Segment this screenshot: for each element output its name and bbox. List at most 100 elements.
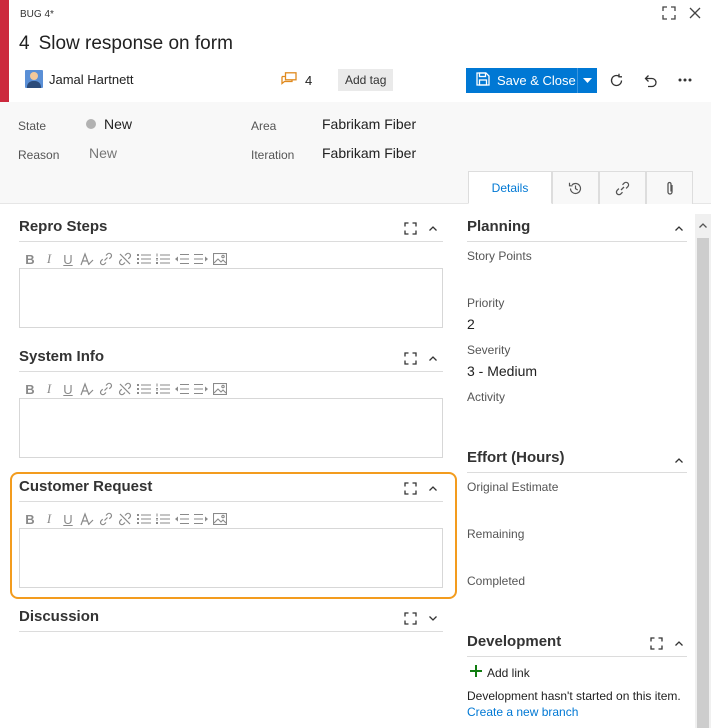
completed-label: Completed	[467, 574, 526, 588]
underline-icon[interactable]: U	[60, 381, 76, 397]
repro-steps-editor[interactable]	[19, 268, 443, 328]
bulleted-list-icon[interactable]	[136, 511, 152, 527]
iteration-value[interactable]: Fabrikam Fiber	[322, 145, 416, 161]
state-indicator	[86, 119, 96, 129]
undo-icon[interactable]	[640, 70, 660, 90]
increase-indent-icon[interactable]	[193, 381, 209, 397]
italic-icon[interactable]: I	[41, 251, 57, 267]
repro-steps-title: Repro Steps	[19, 218, 108, 235]
increase-indent-icon[interactable]	[193, 251, 209, 267]
italic-icon[interactable]: I	[41, 511, 57, 527]
section-divider	[467, 241, 687, 242]
maximize-icon[interactable]	[402, 480, 418, 496]
increase-indent-icon[interactable]	[193, 511, 209, 527]
italic-icon[interactable]: I	[41, 381, 57, 397]
section-divider	[467, 656, 687, 657]
tab-details[interactable]: Details	[468, 171, 552, 204]
underline-icon[interactable]: U	[60, 251, 76, 267]
effort-title: Effort (Hours)	[467, 449, 565, 466]
bulleted-list-icon[interactable]	[136, 251, 152, 267]
work-item-title[interactable]: 4 Slow response on form	[19, 33, 233, 55]
remove-link-icon[interactable]	[117, 511, 133, 527]
customer-request-title: Customer Request	[19, 478, 153, 495]
bold-icon[interactable]: B	[22, 511, 38, 527]
iteration-label: Iteration	[251, 148, 295, 162]
maximize-icon[interactable]	[402, 350, 418, 366]
tab-attachments[interactable]	[646, 171, 693, 204]
bulleted-list-icon[interactable]	[136, 381, 152, 397]
section-divider	[19, 241, 443, 242]
maximize-icon[interactable]	[648, 635, 664, 651]
add-tag-button[interactable]: Add tag	[338, 69, 394, 91]
collapse-chevron-up-icon[interactable]	[425, 350, 441, 366]
fullscreen-icon[interactable]	[660, 4, 678, 22]
assigned-to[interactable]: Jamal Hartnett	[25, 70, 134, 88]
development-message: Development hasn't started on this item.	[467, 689, 681, 703]
work-item-title-text: Slow response on form	[38, 33, 233, 54]
comment-icon	[281, 72, 297, 89]
create-branch-link[interactable]: Create a new branch	[467, 705, 578, 719]
scroll-up-arrow-icon[interactable]	[697, 218, 709, 232]
remove-link-icon[interactable]	[117, 251, 133, 267]
maximize-icon[interactable]	[402, 610, 418, 626]
save-options-dropdown[interactable]	[578, 68, 597, 93]
system-info-editor[interactable]	[19, 398, 443, 458]
decrease-indent-icon[interactable]	[174, 511, 190, 527]
work-item-type-label: BUG 4*	[20, 9, 54, 20]
maximize-icon[interactable]	[402, 220, 418, 236]
numbered-list-icon[interactable]	[155, 381, 171, 397]
collapse-chevron-up-icon[interactable]	[671, 452, 687, 468]
underline-icon[interactable]: U	[60, 511, 76, 527]
remaining-label: Remaining	[467, 527, 525, 541]
numbered-list-icon[interactable]	[155, 251, 171, 267]
insert-link-icon[interactable]	[98, 381, 114, 397]
collapse-chevron-up-icon[interactable]	[425, 220, 441, 236]
more-actions-icon[interactable]	[675, 70, 695, 90]
collapse-chevron-up-icon[interactable]	[671, 220, 687, 236]
severity-value[interactable]: 3 - Medium	[467, 363, 537, 379]
assignee-name: Jamal Hartnett	[49, 71, 134, 87]
area-label: Area	[251, 119, 277, 133]
planning-title: Planning	[467, 218, 531, 235]
priority-value[interactable]: 2	[467, 316, 475, 332]
collapse-chevron-up-icon[interactable]	[671, 635, 687, 651]
customer-request-editor[interactable]	[19, 528, 443, 588]
tab-links[interactable]	[599, 171, 646, 204]
plus-icon	[470, 665, 482, 680]
original-estimate-label: Original Estimate	[467, 480, 559, 494]
highlight-icon[interactable]	[79, 381, 95, 397]
scrollbar-thumb[interactable]	[697, 238, 709, 728]
bold-icon[interactable]: B	[22, 251, 38, 267]
refresh-icon[interactable]	[606, 70, 626, 90]
area-value[interactable]: Fabrikam Fiber	[322, 116, 416, 132]
insert-image-icon[interactable]	[212, 381, 228, 397]
collapse-chevron-up-icon[interactable]	[425, 480, 441, 496]
section-divider	[467, 472, 687, 473]
remove-link-icon[interactable]	[117, 381, 133, 397]
highlight-icon[interactable]	[79, 511, 95, 527]
save-and-close-button[interactable]: Save & Close	[466, 68, 597, 93]
reason-value[interactable]: New	[89, 145, 117, 161]
comments-button[interactable]: 4	[281, 72, 312, 89]
rich-text-toolbar: B I U	[22, 251, 228, 267]
expand-chevron-down-icon[interactable]	[425, 610, 441, 626]
close-icon[interactable]	[686, 4, 704, 22]
work-item-id: 4	[19, 33, 30, 54]
insert-link-icon[interactable]	[98, 251, 114, 267]
avatar	[25, 70, 43, 88]
highlight-icon[interactable]	[79, 251, 95, 267]
save-and-close-label: Save & Close	[497, 73, 576, 88]
numbered-list-icon[interactable]	[155, 511, 171, 527]
tab-history[interactable]	[552, 171, 599, 204]
state-label: State	[18, 119, 47, 133]
add-link-button[interactable]: Add link	[470, 665, 530, 680]
decrease-indent-icon[interactable]	[174, 251, 190, 267]
decrease-indent-icon[interactable]	[174, 381, 190, 397]
insert-image-icon[interactable]	[212, 511, 228, 527]
story-points-label: Story Points	[467, 249, 532, 263]
state-value[interactable]: New	[104, 116, 132, 132]
insert-link-icon[interactable]	[98, 511, 114, 527]
bold-icon[interactable]: B	[22, 381, 38, 397]
insert-image-icon[interactable]	[212, 251, 228, 267]
comment-count: 4	[305, 73, 313, 88]
